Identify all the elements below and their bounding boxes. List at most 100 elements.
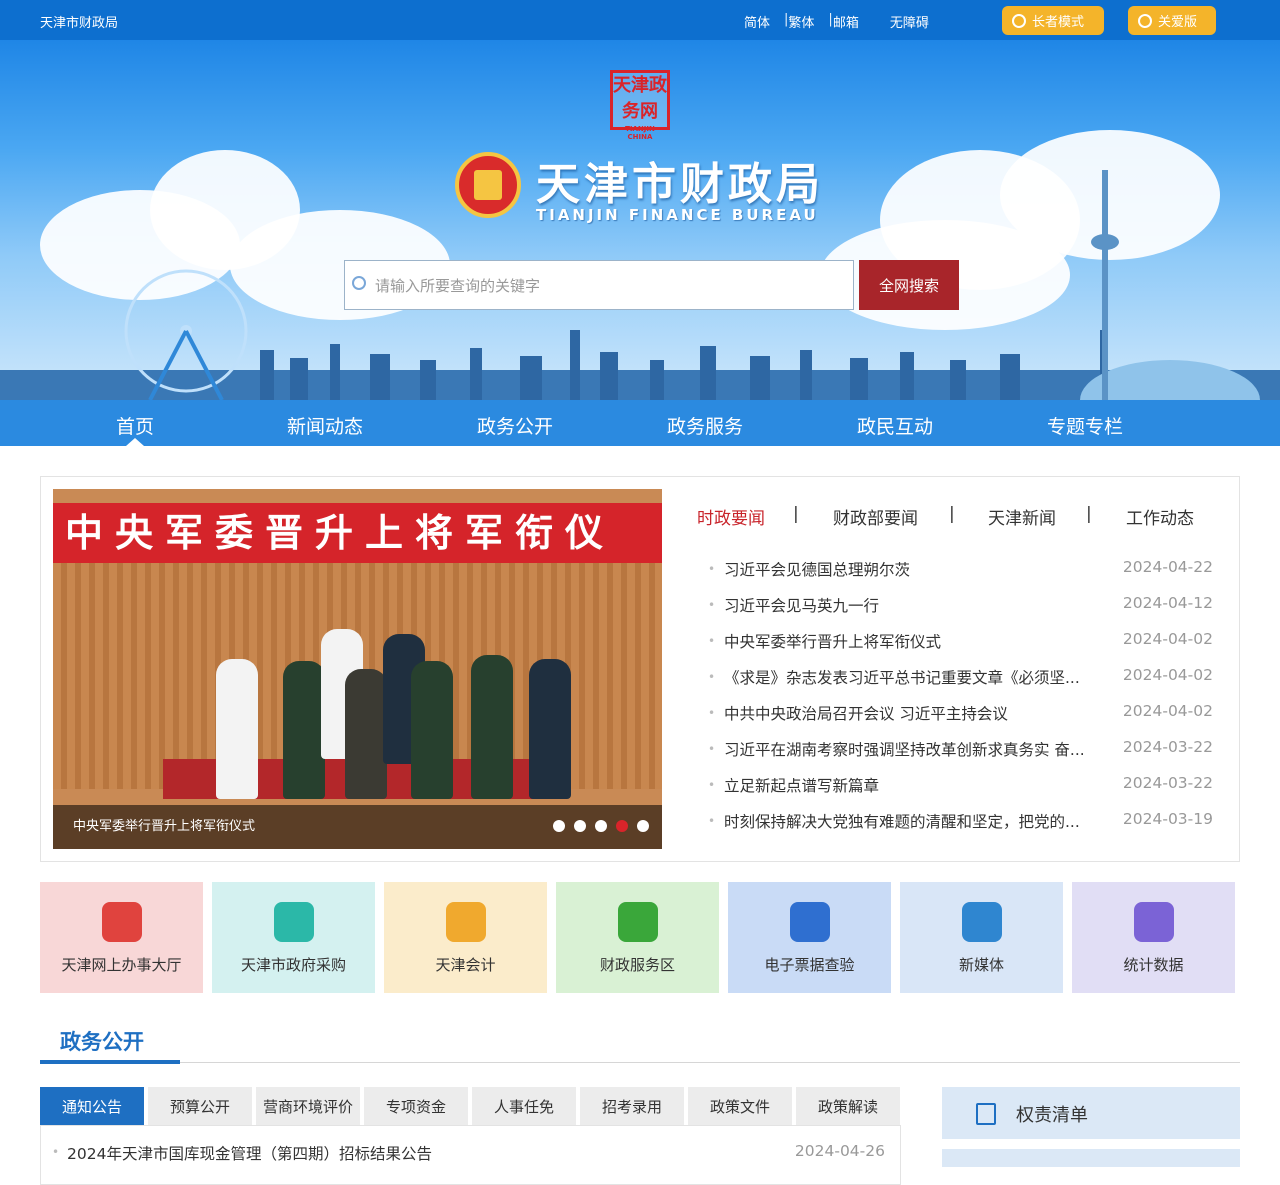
tile-receipt[interactable]: 电子票据查验 (728, 882, 891, 993)
news-title: 立足新起点谱写新篇章 (724, 777, 880, 795)
slide-figure (345, 669, 387, 799)
section-title: 政务公开 (60, 1030, 144, 1054)
slide-dot[interactable] (553, 820, 565, 832)
accessibility-link[interactable]: 无障碍 (890, 12, 929, 31)
news-item[interactable]: • 习近平会见马英九一行 2024-04-12 (708, 594, 1213, 615)
site-title: 天津市财政局 (536, 159, 824, 210)
tile-globe[interactable]: 天津网上办事大厅 (40, 882, 203, 993)
section-tab[interactable]: 政策解读 (796, 1087, 900, 1125)
site-title-en: TIANJIN FINANCE BUREAU (536, 206, 819, 224)
section-tab[interactable]: 招考录用 (580, 1087, 684, 1125)
search-icon (352, 276, 366, 290)
section-tab[interactable]: 预算公开 (148, 1087, 252, 1125)
care-version-button[interactable]: 关爱版 (1128, 6, 1216, 35)
slide-figure (471, 655, 513, 799)
news-item[interactable]: • 《求是》杂志发表习近平总书记重要文章《必须坚... 2024-04-02 (708, 666, 1213, 687)
search-input[interactable]: 请输入所要查询的关键字 (344, 260, 854, 310)
tile-label: 新媒体 (958, 956, 1004, 974)
elder-mode-button[interactable]: 长者模式 (1002, 6, 1104, 35)
tile-label: 天津市政府采购 (240, 956, 346, 974)
tab-mof-news[interactable]: 财政部要闻 (833, 504, 918, 529)
nav-news[interactable]: 新闻动态 (287, 412, 363, 439)
user-icon (446, 902, 486, 942)
bullet: • (708, 814, 716, 828)
nav-interaction[interactable]: 政民互动 (857, 412, 933, 439)
slide-dot[interactable] (595, 820, 607, 832)
news-title: 习近平会见马英九一行 (724, 597, 880, 615)
section-tab[interactable]: 营商环境评价 (256, 1087, 360, 1125)
news-date: 2024-03-22 (1122, 738, 1213, 756)
side-link-next[interactable] (942, 1149, 1240, 1167)
news-item[interactable]: • 立足新起点谱写新篇章 2024-03-22 (708, 774, 1213, 795)
slide-figure (529, 659, 571, 799)
news-date: 2024-04-02 (1122, 666, 1213, 684)
news-item[interactable]: • 习近平在湖南考察时强调坚持改革创新求真务实 奋... 2024-03-22 (708, 738, 1213, 759)
news-title: 习近平在湖南考察时强调坚持改革创新求真务实 奋... (724, 741, 1085, 759)
tile-layers[interactable]: 天津市政府采购 (212, 882, 375, 993)
bullet: • (708, 742, 716, 756)
news-title: 《求是》杂志发表习近平总书记重要文章《必须坚... (724, 669, 1080, 687)
section-tab[interactable]: 政策文件 (688, 1087, 792, 1125)
image-slider[interactable]: 中央军委晋升上将军衔仪式 中央军委举行晋升上将军衔仪式 (53, 489, 662, 849)
tab-work-news[interactable]: 工作动态 (1126, 504, 1194, 529)
section-tab[interactable]: 专项资金 (364, 1087, 468, 1125)
nav-topics[interactable]: 专题专栏 (1047, 412, 1123, 439)
bullet: • (708, 562, 716, 576)
top-links: 简体 | 繁体 | 邮箱 无障碍 (744, 12, 929, 31)
seal-text: 天津政务网 (613, 75, 667, 122)
slide-dot-active[interactable] (616, 820, 628, 832)
tile-bar-chart[interactable]: 统计数据 (1072, 882, 1235, 993)
traditional-link[interactable]: 繁体 (788, 12, 814, 31)
section-tab[interactable]: 人事任免 (472, 1087, 576, 1125)
nav-gov-open[interactable]: 政务公开 (477, 412, 553, 439)
nav-home[interactable]: 首页 (116, 412, 154, 439)
section-underline (40, 1060, 180, 1064)
side-link-power-list[interactable]: 权责清单 (942, 1087, 1240, 1139)
news-date: 2024-04-22 (1122, 558, 1213, 576)
bar-chart-icon (1134, 902, 1174, 942)
news-title: 习近平会见德国总理朔尔茨 (724, 561, 911, 579)
side-link-label: 权责清单 (1016, 1105, 1088, 1126)
slide-banner: 中央军委晋升上将军衔仪式 (53, 503, 662, 615)
news-date: 2024-03-19 (1122, 810, 1213, 828)
tile-label: 天津会计 (435, 956, 496, 974)
slide-dot[interactable] (637, 820, 649, 832)
tile-news[interactable]: 新媒体 (900, 882, 1063, 993)
layers-icon (274, 902, 314, 942)
news-item[interactable]: • 中共中央政治局召开会议 习近平主持会议 2024-04-02 (708, 702, 1213, 723)
nav-gov-service[interactable]: 政务服务 (667, 412, 743, 439)
bullet: • (52, 1145, 60, 1159)
tile-label: 电子票据查验 (764, 956, 855, 974)
bullet: • (708, 706, 716, 720)
divider: | (828, 12, 833, 27)
divider: | (784, 12, 789, 27)
item-date: 2024-04-26 (794, 1142, 885, 1160)
tab-news-politics[interactable]: 时政要闻 (697, 504, 765, 529)
tab-tianjin-news[interactable]: 天津新闻 (988, 504, 1056, 529)
emblem-icon (455, 152, 521, 218)
tile-user[interactable]: 天津会计 (384, 882, 547, 993)
tile-label: 财政服务区 (599, 956, 675, 974)
bullet: • (708, 670, 716, 684)
seal-logo: 天津政务网 TIANJIN CHINA (610, 70, 670, 141)
news-item[interactable]: • 中央军委举行晋升上将军衔仪式 2024-04-02 (708, 630, 1213, 651)
search-button[interactable]: 全网搜索 (859, 260, 959, 310)
slide-dot[interactable] (574, 820, 586, 832)
receipt-icon (790, 902, 830, 942)
news-item[interactable]: • 时刻保持解决大党独有难题的清醒和坚定，把党的... 2024-03-19 (708, 810, 1213, 831)
bullet: • (708, 778, 716, 792)
section-divider (40, 1062, 1240, 1063)
simplified-link[interactable]: 简体 (744, 12, 770, 31)
item-title: 2024年天津市国库现金管理（第四期）招标结果公告 (67, 1145, 432, 1163)
news-icon (962, 902, 1002, 942)
news-date: 2024-04-12 (1122, 594, 1213, 612)
tv-tower (1091, 170, 1119, 400)
mailbox-link[interactable]: 邮箱 (833, 12, 859, 31)
main-nav: 首页 新闻动态 政务公开 政务服务 政民互动 专题专栏 (0, 400, 1280, 446)
slide-figure (411, 661, 453, 799)
tile-monitor[interactable]: 财政服务区 (556, 882, 719, 993)
news-title: 时刻保持解决大党独有难题的清醒和坚定，把党的... (724, 813, 1080, 831)
news-item[interactable]: • 习近平会见德国总理朔尔茨 2024-04-22 (708, 558, 1213, 579)
section-tab[interactable]: 通知公告 (40, 1087, 144, 1125)
news-title: 中共中央政治局召开会议 习近平主持会议 (724, 705, 1008, 723)
